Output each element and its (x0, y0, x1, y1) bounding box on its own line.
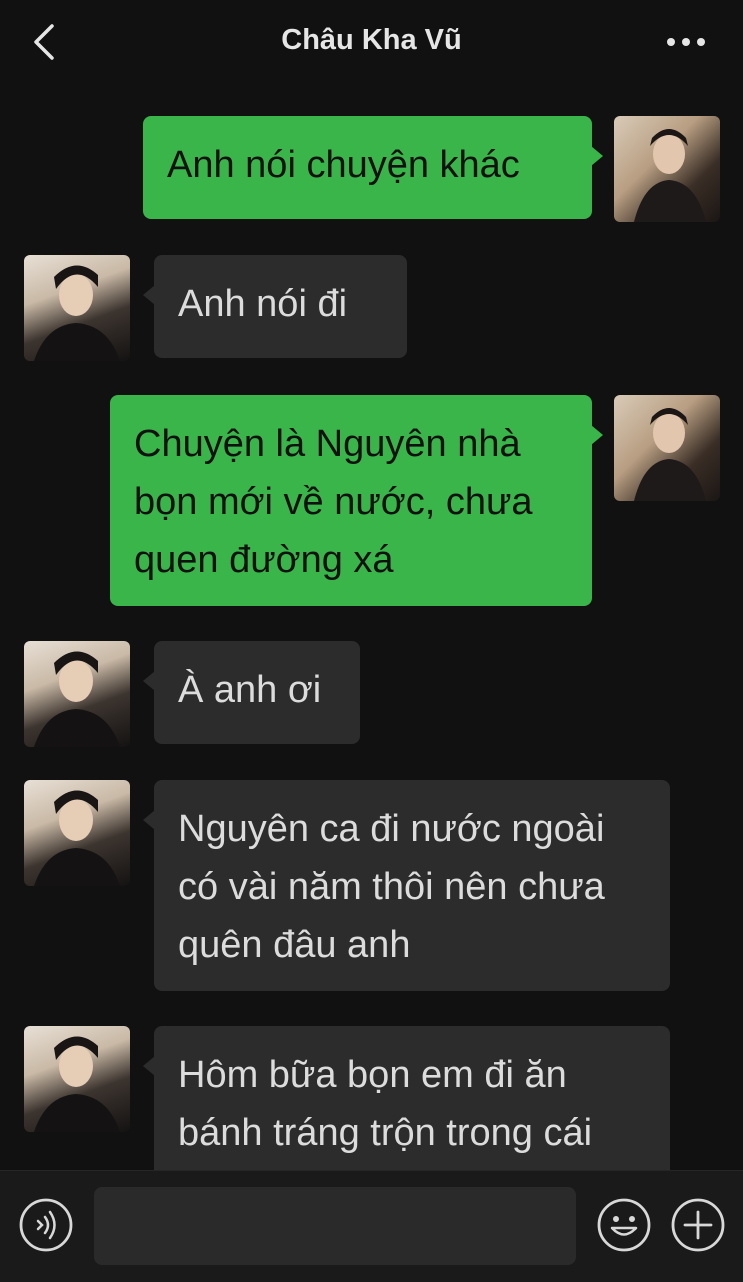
message-bubble-incoming[interactable]: Hôm bữa bọn em đi ăn bánh tráng trộn tro… (143, 1026, 670, 1170)
avatar-contact[interactable] (24, 780, 130, 886)
input-bar (0, 1170, 743, 1282)
avatar-me[interactable] (614, 395, 720, 501)
chat-header: Châu Kha Vũ (0, 0, 743, 86)
emoji-button[interactable] (596, 1197, 652, 1253)
message-bubble-incoming[interactable]: Nguyên ca đi nước ngoài có vài năm thôi … (143, 780, 670, 991)
avatar-contact[interactable] (24, 255, 130, 361)
avatar-contact[interactable] (24, 1026, 130, 1132)
message-text: Hôm bữa bọn em đi ăn bánh tráng trộn tro… (178, 1054, 593, 1154)
chat-title: Châu Kha Vũ (281, 24, 462, 56)
voice-button[interactable] (18, 1197, 74, 1253)
plus-circle-icon (671, 1198, 725, 1252)
avatar-contact[interactable] (24, 641, 130, 747)
emoji-icon (597, 1198, 651, 1252)
message-text: Nguyên ca đi nước ngoài có vài năm thôi … (178, 808, 605, 966)
voice-icon (19, 1198, 73, 1252)
message-bubble-incoming[interactable]: Anh nói đi (143, 255, 407, 358)
message-text: Chuyện là Nguyên nhà bọn mới về nước, ch… (134, 423, 533, 581)
message-bubble-outgoing[interactable]: Anh nói chuyện khác (143, 116, 603, 219)
more-button[interactable] (658, 20, 714, 64)
plus-button[interactable] (670, 1197, 726, 1253)
message-text: Anh nói đi (178, 283, 348, 325)
message-bubble-outgoing[interactable]: Chuyện là Nguyên nhà bọn mới về nước, ch… (110, 395, 603, 606)
message-list[interactable]: Anh nói chuyện khác Anh nói đi Chuyện là… (0, 86, 743, 1170)
message-text: Anh nói chuyện khác (167, 144, 520, 186)
message-text: À anh ơi (178, 669, 322, 711)
message-input[interactable] (94, 1187, 576, 1265)
message-bubble-incoming[interactable]: À anh ơi (143, 641, 360, 744)
avatar-me[interactable] (614, 116, 720, 222)
more-horizontal-icon (667, 38, 705, 46)
